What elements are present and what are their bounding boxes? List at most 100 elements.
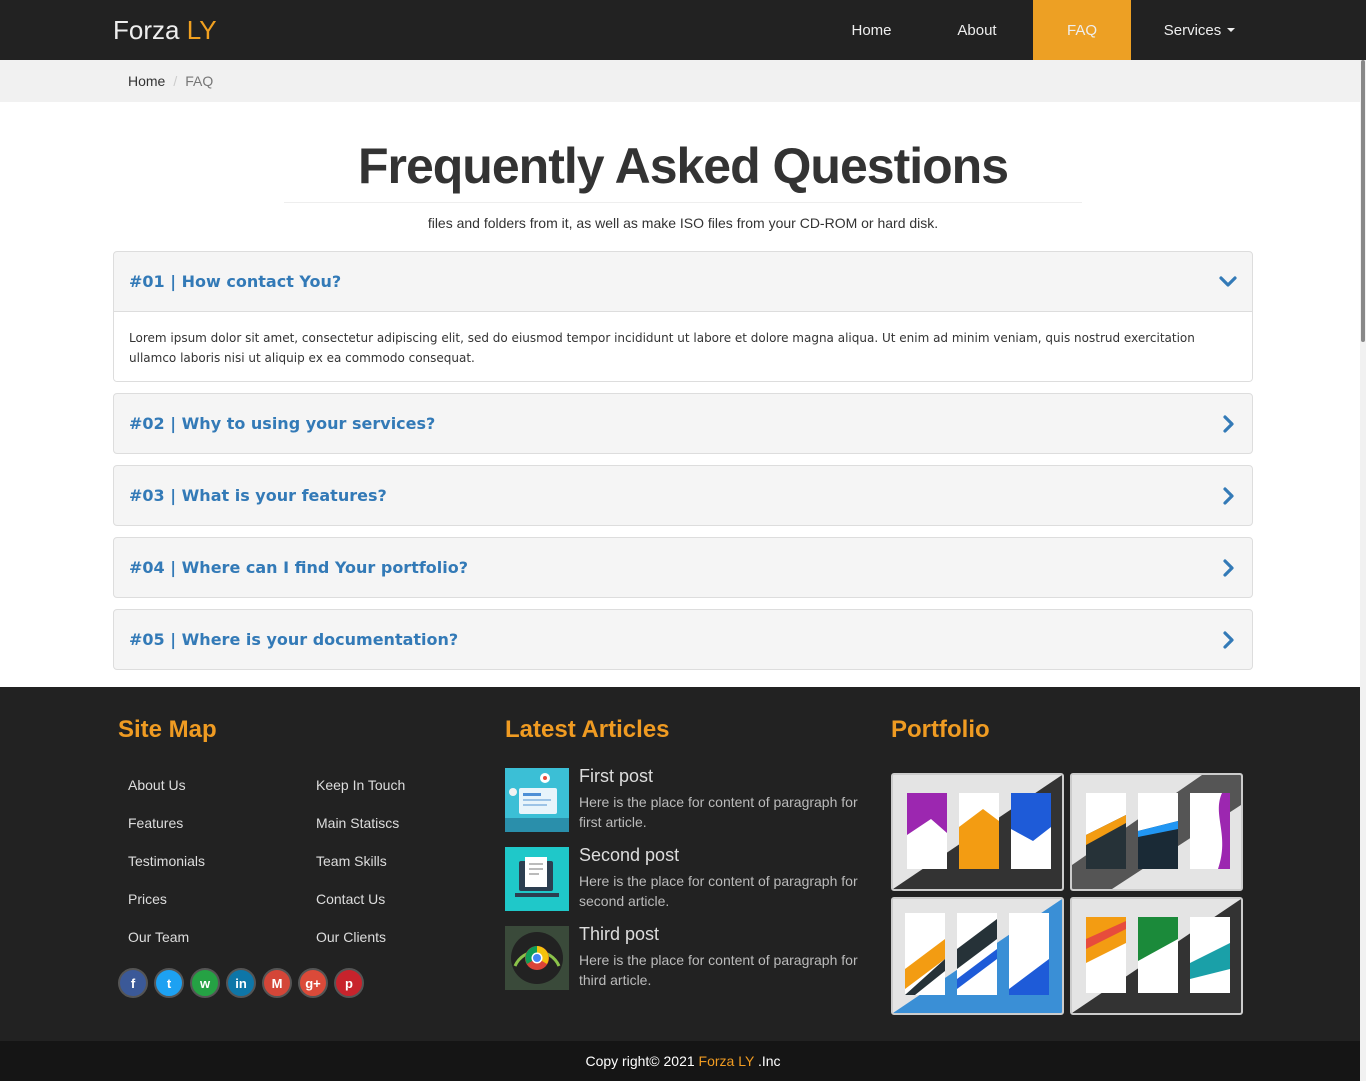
sitemap-heading: Site Map <box>118 716 217 743</box>
faq-panel: #04 | Where can I find Your portfolio? <box>113 537 1253 598</box>
breadcrumb-home-link[interactable]: Home <box>128 73 165 89</box>
breadcrumb-current: FAQ <box>185 73 214 89</box>
faq-question-header[interactable]: #04 | Where can I find Your portfolio? <box>114 538 1252 597</box>
nav-about-label: About <box>957 21 997 39</box>
facebook-glyph: f <box>130 975 136 991</box>
portfolio-image <box>893 899 1062 1013</box>
sitemap-link[interactable]: Contact Us <box>316 891 405 929</box>
pinterest-icon[interactable]: p <box>334 968 364 998</box>
nav-home[interactable]: Home <box>822 0 921 60</box>
sitemap-link[interactable]: Team Skills <box>316 853 405 891</box>
portfolio-thumbnail[interactable] <box>891 773 1064 891</box>
chevron-right-icon[interactable] <box>1218 486 1238 506</box>
sitemap-link[interactable]: Our Team <box>128 929 205 967</box>
portfolio-thumbnail[interactable] <box>1070 773 1243 891</box>
faq-panel: #01 | How contact You? Lorem ipsum dolor… <box>113 251 1253 382</box>
google-plus-glyph: g+ <box>305 975 321 991</box>
gmail-icon[interactable]: M <box>262 968 292 998</box>
portfolio-image <box>1072 775 1241 889</box>
facebook-icon[interactable]: f <box>118 968 148 998</box>
chevron-down-icon[interactable] <box>1218 272 1238 292</box>
faq-question-header[interactable]: #02 | Why to using your services? <box>114 394 1252 453</box>
articles-heading: Latest Articles <box>505 716 670 743</box>
whatsapp-glyph: w <box>199 975 211 991</box>
breadcrumb: Home / FAQ <box>128 73 213 89</box>
copyright-brand[interactable]: Forza LY <box>699 1053 755 1069</box>
faq-panel: #03 | What is your features? <box>113 465 1253 526</box>
article-excerpt: Here is the place for content of paragra… <box>579 873 858 909</box>
caret-down-icon <box>1227 28 1236 32</box>
faq-panel: #05 | Where is your documentation? <box>113 609 1253 670</box>
whatsapp-icon[interactable]: w <box>190 968 220 998</box>
sitemap-link[interactable]: Testimonials <box>128 853 205 891</box>
google-plus-icon[interactable]: g+ <box>298 968 328 998</box>
title-divider <box>284 202 1082 203</box>
faq-question[interactable]: #05 | Where is your documentation? <box>129 630 458 649</box>
article-thumbnail[interactable] <box>505 847 569 911</box>
portfolio-image <box>1072 899 1241 1013</box>
pinterest-glyph: p <box>345 975 353 991</box>
faq-question-header[interactable]: #01 | How contact You? <box>114 252 1252 311</box>
nav-about[interactable]: About <box>921 0 1033 60</box>
scrollbar-thumb[interactable] <box>1361 60 1365 342</box>
article-excerpt: Here is the place for content of paragra… <box>579 952 858 988</box>
page-title: Frequently Asked Questions <box>357 138 1009 194</box>
article-title[interactable]: Second post <box>579 845 679 866</box>
sitemap-link[interactable]: Our Clients <box>316 929 405 967</box>
twitter-icon[interactable]: t <box>154 968 184 998</box>
article-excerpt: Here is the place for content of paragra… <box>579 794 858 830</box>
faq-question-header[interactable]: #05 | Where is your documentation? <box>114 610 1252 669</box>
top-navbar: Forza LY Home About FAQ Services <box>0 0 1366 60</box>
article-title[interactable]: Third post <box>579 924 659 945</box>
portfolio-image <box>893 775 1062 889</box>
social-links: f t w in M g+ p <box>118 968 364 998</box>
faq-question[interactable]: #03 | What is your features? <box>129 486 387 505</box>
faq-question[interactable]: #04 | Where can I find Your portfolio? <box>129 558 468 577</box>
copyright-text: Copy right© 2021 Forza LY .Inc <box>0 1053 1366 1069</box>
breadcrumb-bar: Home / FAQ <box>0 60 1360 102</box>
faq-accordion: #01 | How contact You? Lorem ipsum dolor… <box>113 251 1253 681</box>
sitemap-link[interactable]: About Us <box>128 777 205 815</box>
chevron-right-icon[interactable] <box>1218 558 1238 578</box>
copyright-suffix: .Inc <box>757 1053 781 1069</box>
breadcrumb-separator: / <box>173 73 178 89</box>
faq-question[interactable]: #02 | Why to using your services? <box>129 414 435 433</box>
sitemap-column: About Us Features Testimonials Prices Ou… <box>128 777 205 967</box>
faq-question-header[interactable]: #03 | What is your features? <box>114 466 1252 525</box>
linkedin-icon[interactable]: in <box>226 968 256 998</box>
sitemap-link[interactable]: Main Statiscs <box>316 815 405 853</box>
faq-answer: Lorem ipsum dolor sit amet, consectetur … <box>114 311 1252 381</box>
site-footer: Site Map About Us Features Testimonials … <box>0 687 1360 1041</box>
portfolio-thumbnail[interactable] <box>1070 897 1243 1015</box>
article-item[interactable]: First post Here is the place for content… <box>505 766 865 834</box>
copyright-bar: Copy right© 2021 Forza LY .Inc <box>0 1041 1360 1081</box>
portfolio-thumbnail[interactable] <box>891 897 1064 1015</box>
sitemap-link[interactable]: Features <box>128 815 205 853</box>
brand-accent: LY <box>186 15 217 45</box>
article-thumbnail[interactable] <box>505 926 569 990</box>
article-item[interactable]: Third post Here is the place for content… <box>505 924 865 992</box>
nav-faq[interactable]: FAQ <box>1033 0 1131 60</box>
nav-faq-label: FAQ <box>1066 21 1097 39</box>
gmail-glyph: M <box>271 975 283 991</box>
nav-home-label: Home <box>851 21 892 39</box>
nav-services-label: Services <box>1163 21 1222 39</box>
faq-question[interactable]: #01 | How contact You? <box>129 272 341 291</box>
main-nav: Home About FAQ Services <box>822 0 1268 60</box>
sitemap-column: Keep In Touch Main Statiscs Team Skills … <box>316 777 405 967</box>
chevron-right-icon[interactable] <box>1218 414 1238 434</box>
article-item[interactable]: Second post Here is the place for conten… <box>505 845 865 913</box>
brand-name: Forza <box>113 15 180 45</box>
nav-services-dropdown[interactable]: Services <box>1131 0 1268 60</box>
article-title[interactable]: First post <box>579 766 653 787</box>
sitemap-link[interactable]: Keep In Touch <box>316 777 405 815</box>
chevron-right-icon[interactable] <box>1218 630 1238 650</box>
page-scrollbar[interactable] <box>1360 60 1366 1081</box>
portfolio-heading: Portfolio <box>891 716 990 743</box>
faq-panel: #02 | Why to using your services? <box>113 393 1253 454</box>
linkedin-glyph: in <box>235 975 247 991</box>
article-thumbnail[interactable] <box>505 768 569 832</box>
brand-logo[interactable]: Forza LY <box>113 15 217 46</box>
sitemap-link[interactable]: Prices <box>128 891 205 929</box>
twitter-glyph: t <box>166 975 172 991</box>
